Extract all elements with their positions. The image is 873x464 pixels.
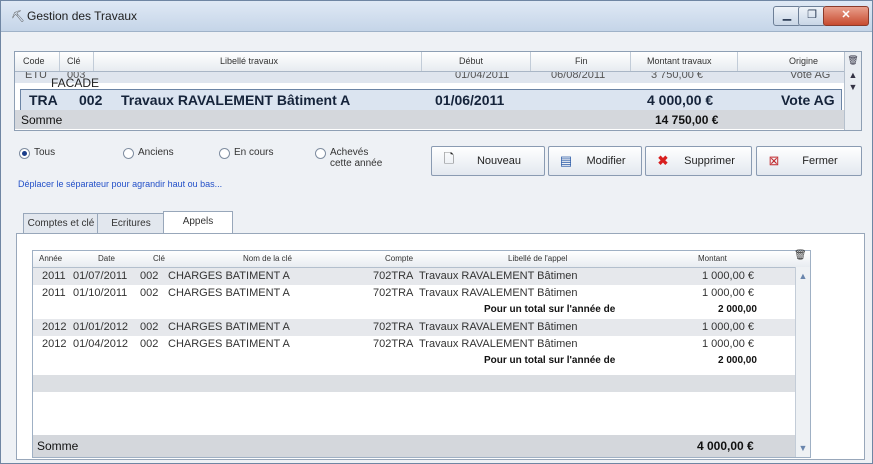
modifier-button[interactable]: ▤ Modifier — [548, 146, 642, 176]
gestion-travaux-window: ⛏ Gestion des Travaux ▁ ❐ ✕ Code Clé Lib… — [0, 0, 873, 464]
fermer-button[interactable]: ⊠ Fermer — [756, 146, 862, 176]
appels-table-header: Année Date Clé Nom de la clé Compte Libe… — [33, 251, 810, 268]
maximize-button[interactable]: ❐ — [798, 6, 826, 26]
tab-comptes-cle[interactable]: Comptes et clé — [23, 213, 99, 234]
facade-label: FACADE — [51, 76, 100, 90]
radio-icon — [123, 148, 134, 159]
table-row[interactable]: 2012 01/01/2012 002 CHARGES BATIMENT A 7… — [33, 319, 810, 336]
appels-panel: Année Date Clé Nom de la clé Compte Libe… — [16, 233, 865, 460]
tab-ecritures[interactable]: Ecritures — [97, 213, 165, 234]
travaux-sum-row: Somme 14 750,00 € — [15, 110, 861, 129]
yearly-total-row: Pour un total sur l'année de 2 000,00 — [484, 355, 757, 366]
header-cle[interactable]: Clé — [67, 56, 81, 66]
minimize-button[interactable]: ▁ — [773, 6, 801, 26]
table-row[interactable]: 2011 01/10/2011 002 CHARGES BATIMENT A 7… — [33, 285, 810, 302]
tab-appels[interactable]: Appels — [163, 211, 233, 235]
title-bar: ⛏ Gestion des Travaux ▁ ❐ ✕ — [1, 1, 872, 32]
app-icon: ⛏ — [11, 11, 25, 23]
filter-tous[interactable]: Tous — [19, 147, 55, 159]
appels-table: Année Date Clé Nom de la clé Compte Libe… — [32, 250, 811, 458]
sum-value: 14 750,00 € — [655, 113, 719, 127]
appels-sum-row: Somme 4 000,00 € — [33, 435, 795, 457]
close-window-button[interactable]: ✕ — [823, 6, 869, 26]
header-montant[interactable]: Montant travaux — [647, 56, 712, 66]
nouveau-button[interactable]: 🗋 Nouveau — [431, 146, 545, 176]
appels-scrollbar[interactable]: ▲ ▼ — [795, 267, 810, 457]
radio-icon — [315, 148, 326, 159]
travaux-table-header: Code Clé Libellé travaux Début Fin Monta… — [15, 52, 861, 72]
close-icon: ⊠ — [768, 153, 780, 168]
header-libelle[interactable]: Libellé travaux — [220, 56, 278, 66]
header-date[interactable]: Date — [98, 254, 115, 263]
header-compte[interactable]: Compte — [385, 254, 413, 263]
travaux-table: Code Clé Libellé travaux Début Fin Monta… — [14, 51, 862, 131]
radio-selected-icon — [19, 148, 30, 159]
new-document-icon: 🗋 — [443, 151, 455, 166]
delete-icon: ✖ — [657, 153, 669, 168]
header-fin[interactable]: Fin — [575, 56, 588, 66]
table-row[interactable]: 2011 01/07/2011 002 CHARGES BATIMENT A 7… — [33, 268, 810, 285]
scroll-down-icon[interactable]: ▼ — [796, 443, 810, 453]
header-libelle-appel[interactable]: Libellé de l'appel — [508, 254, 567, 263]
empty-row — [33, 375, 810, 392]
appels-sum-value: 4 000,00 € — [697, 439, 754, 453]
header-origine[interactable]: Origine — [789, 56, 818, 66]
table-row[interactable]: 2012 01/04/2012 002 CHARGES BATIMENT A 7… — [33, 336, 810, 353]
splitter-hint: Déplacer le séparateur pour agrandir hau… — [18, 179, 223, 189]
yearly-total-row: Pour un total sur l'année de 2 000,00 — [484, 304, 757, 315]
header-montant-appel[interactable]: Montant — [698, 254, 727, 263]
radio-icon — [219, 148, 230, 159]
delete-column-icon[interactable]: 🗑 — [845, 55, 861, 66]
appels-sum-label: Somme — [37, 439, 79, 453]
window-title: Gestion des Travaux — [27, 9, 138, 23]
scroll-up-icon[interactable]: ▲ — [796, 271, 810, 281]
delete-column-icon[interactable]: 🗑 — [794, 250, 807, 261]
scroll-down-icon[interactable]: ▼ — [845, 82, 861, 92]
table-row[interactable]: ETU 003 01/04/2011 06/08/2011 3 750,00 €… — [15, 72, 861, 83]
header-annee[interactable]: Année — [39, 254, 62, 263]
filter-acheves[interactable]: Achevés cette année — [315, 147, 382, 169]
scroll-up-icon[interactable]: ▲ — [845, 70, 861, 80]
header-code[interactable]: Code — [23, 56, 45, 66]
selected-row[interactable]: TRA 002 Travaux RAVALEMENT Bâtiment A 01… — [20, 89, 842, 111]
header-cle-appel[interactable]: Clé — [153, 254, 165, 263]
edit-icon: ▤ — [559, 153, 573, 168]
header-nom-cle[interactable]: Nom de la clé — [243, 254, 292, 263]
sum-label: Somme — [21, 113, 63, 127]
supprimer-button[interactable]: ✖ Supprimer — [645, 146, 752, 176]
header-debut[interactable]: Début — [459, 56, 483, 66]
filter-anciens[interactable]: Anciens — [123, 147, 174, 159]
filter-en-cours[interactable]: En cours — [219, 147, 273, 159]
travaux-scrollbar[interactable]: 🗑 ▲ ▼ — [844, 52, 861, 130]
